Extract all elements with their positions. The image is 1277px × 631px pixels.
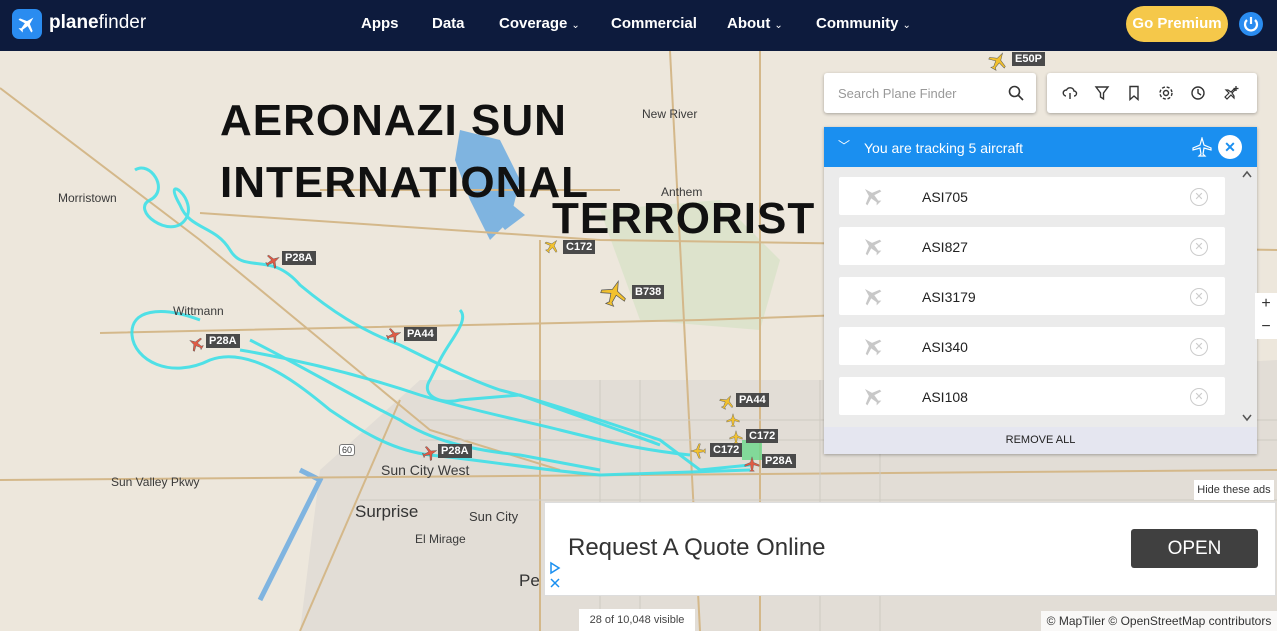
- aircraft-callsign: ASI827: [922, 239, 968, 255]
- tracking-panel-header[interactable]: ﹀ You are tracking 5 aircraft ✕: [824, 127, 1257, 167]
- aircraft-marker[interactable]: [544, 238, 560, 259]
- highway-shield-60: 60: [339, 444, 356, 456]
- aircraft-marker[interactable]: [744, 456, 760, 477]
- tracked-aircraft-row[interactable]: ASI705 ✕: [839, 177, 1225, 215]
- brand-name[interactable]: planefinder: [49, 12, 146, 34]
- plane-icon: [861, 285, 883, 312]
- aircraft-label[interactable]: P28A: [206, 334, 240, 348]
- history-icon[interactable]: [1190, 85, 1206, 106]
- plane-icon: [861, 185, 883, 212]
- chevron-down-icon: ⌄: [902, 20, 911, 31]
- plane-icon: [861, 385, 883, 412]
- remove-aircraft-button[interactable]: ✕: [1190, 288, 1208, 306]
- place-anthem: Anthem: [661, 185, 703, 199]
- place-sun-city: Sun City: [469, 509, 519, 524]
- nav-about[interactable]: About ⌄: [727, 0, 783, 51]
- aircraft-callsign: ASI108: [922, 389, 968, 405]
- aircraft-label[interactable]: P28A: [282, 251, 316, 265]
- aircraft-label[interactable]: PA44: [404, 327, 437, 341]
- plane-icon: [1192, 135, 1212, 162]
- bookmark-icon[interactable]: [1126, 85, 1142, 106]
- top-navbar: planefinder Apps Data Coverage ⌄ Commerci…: [0, 0, 1277, 51]
- aircraft-marker[interactable]: [729, 430, 743, 449]
- tracking-title: You are tracking 5 aircraft: [864, 140, 1024, 156]
- aircraft-marker[interactable]: [600, 279, 628, 312]
- place-morristown: Morristown: [58, 191, 117, 205]
- aircraft-marker[interactable]: [265, 253, 281, 274]
- add-aircraft-icon[interactable]: [1222, 85, 1240, 106]
- place-sun-valley-pkwy: Sun Valley Pkwy: [111, 475, 200, 489]
- plane-icon: [861, 335, 883, 362]
- aircraft-marker[interactable]: [188, 336, 204, 357]
- place-wittmann: Wittmann: [173, 304, 224, 318]
- overlay-text-line3: TERRORIST: [552, 194, 816, 243]
- remove-aircraft-button[interactable]: ✕: [1190, 188, 1208, 206]
- zoom-in-button[interactable]: +: [1255, 293, 1277, 316]
- remove-aircraft-button[interactable]: ✕: [1190, 338, 1208, 356]
- place-new-river: New River: [642, 107, 698, 121]
- aircraft-callsign: ASI705: [922, 189, 968, 205]
- adchoices-icon[interactable]: [549, 561, 561, 594]
- nav-coverage[interactable]: Coverage ⌄: [499, 0, 580, 51]
- go-premium-button[interactable]: Go Premium: [1126, 6, 1228, 42]
- power-icon[interactable]: [1239, 12, 1263, 36]
- aircraft-marker[interactable]: [719, 394, 735, 415]
- overlay-text-line2: INTERNATIONAL: [220, 158, 590, 207]
- search-box[interactable]: Search Plane Finder: [824, 73, 1036, 113]
- zoom-out-button[interactable]: −: [1255, 316, 1277, 339]
- aircraft-label[interactable]: C172: [563, 240, 596, 254]
- tracking-panel: ﹀ You are tracking 5 aircraft ✕ ASI705 ✕…: [824, 127, 1257, 454]
- aircraft-marker[interactable]: [422, 445, 438, 466]
- map-attribution[interactable]: © MapTiler © OpenStreetMap contributors: [1041, 611, 1277, 631]
- search-icon[interactable]: [1008, 85, 1024, 106]
- search-input[interactable]: Search Plane Finder: [838, 86, 957, 101]
- settings-icon[interactable]: [1158, 85, 1174, 106]
- visible-count: 28 of 10,048 visible: [579, 609, 695, 631]
- nav-community[interactable]: Community ⌄: [816, 0, 911, 51]
- chevron-down-icon: ⌄: [774, 20, 783, 31]
- place-surprise: Surprise: [355, 502, 419, 521]
- place-el-mirage: El Mirage: [415, 532, 466, 546]
- close-tracking-button[interactable]: ✕: [1218, 135, 1242, 159]
- ad-open-button[interactable]: OPEN: [1131, 529, 1258, 568]
- aircraft-label[interactable]: C172: [746, 429, 779, 443]
- planefinder-logo-icon[interactable]: [12, 9, 42, 39]
- plane-icon: [861, 235, 883, 262]
- tracked-aircraft-row[interactable]: ASI827 ✕: [839, 227, 1225, 265]
- aircraft-marker[interactable]: [386, 327, 402, 348]
- aircraft-label[interactable]: P28A: [762, 454, 796, 468]
- map-toolbar: [1047, 73, 1257, 113]
- tracked-aircraft-row[interactable]: ASI3179 ✕: [839, 277, 1225, 315]
- place-pe: Pe: [519, 571, 540, 590]
- overlay-text-line1: AERONAZI SUN: [220, 96, 567, 145]
- ad-headline[interactable]: Request A Quote Online: [568, 534, 826, 562]
- nav-data[interactable]: Data: [432, 0, 465, 51]
- nav-apps[interactable]: Apps: [361, 0, 399, 51]
- aircraft-label[interactable]: B738: [632, 285, 665, 299]
- remove-all-button[interactable]: REMOVE ALL: [824, 427, 1257, 454]
- hide-ads-link[interactable]: Hide these ads: [1194, 480, 1274, 500]
- aircraft-callsign: ASI340: [922, 339, 968, 355]
- chevron-down-icon: ⌄: [571, 20, 580, 31]
- filter-icon[interactable]: [1094, 85, 1110, 106]
- tracking-scrollbar[interactable]: [1237, 167, 1257, 427]
- nav-commercial[interactable]: Commercial: [611, 0, 697, 51]
- remove-aircraft-button[interactable]: ✕: [1190, 238, 1208, 256]
- zoom-control: + −: [1255, 293, 1277, 339]
- ad-banner[interactable]: Request A Quote Online OPEN: [544, 502, 1276, 596]
- tracked-aircraft-row[interactable]: ASI340 ✕: [839, 327, 1225, 365]
- chevron-down-icon[interactable]: ﹀: [838, 137, 850, 154]
- aircraft-callsign: ASI3179: [922, 289, 976, 305]
- aircraft-label[interactable]: E50P: [1012, 52, 1045, 66]
- remove-aircraft-button[interactable]: ✕: [1190, 388, 1208, 406]
- tracked-aircraft-row[interactable]: ASI108 ✕: [839, 377, 1225, 415]
- aircraft-label[interactable]: P28A: [438, 444, 472, 458]
- aircraft-label[interactable]: PA44: [736, 393, 769, 407]
- cloud-icon[interactable]: [1062, 85, 1078, 106]
- aircraft-marker[interactable]: [690, 443, 706, 464]
